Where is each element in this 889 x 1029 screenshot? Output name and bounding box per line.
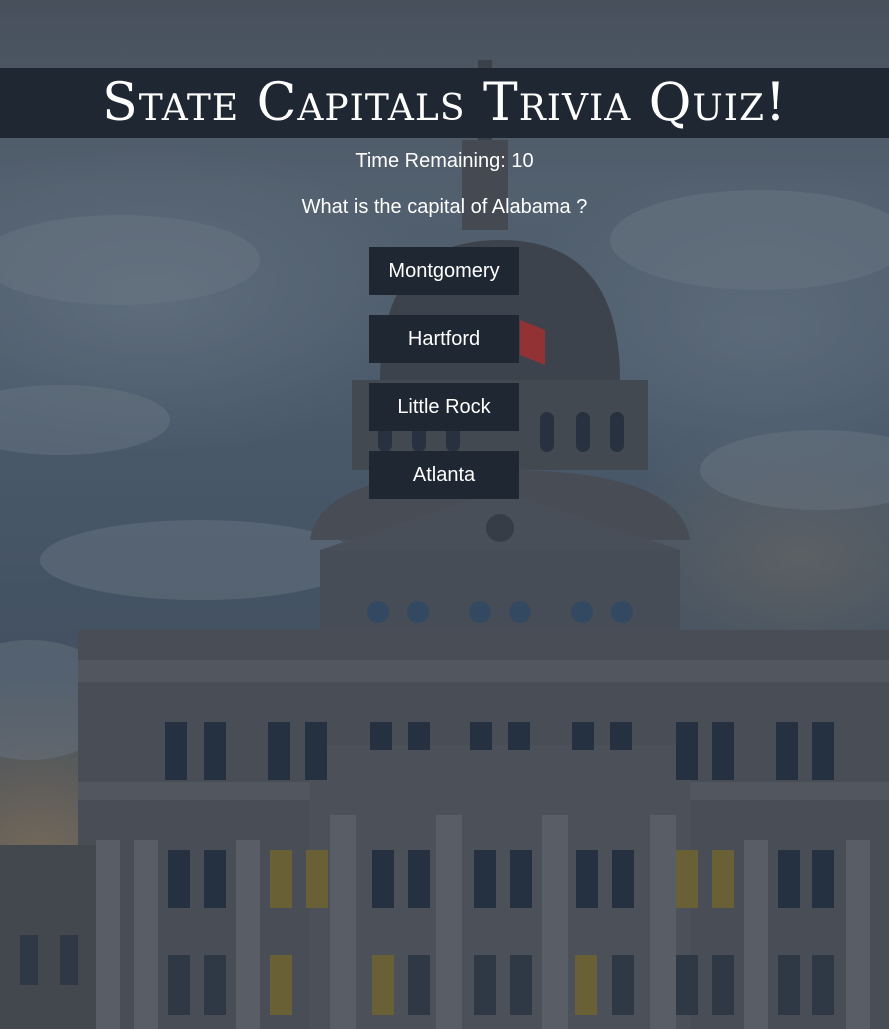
answer-list: Montgomery Hartford Little Rock Atlanta (369, 247, 519, 519)
answer-button-montgomery[interactable]: Montgomery (369, 247, 519, 295)
answer-button-hartford[interactable]: Hartford (369, 315, 519, 363)
timer-text: Time Remaining: 10 (355, 150, 534, 172)
question-text: What is the capital of Alabama ? (301, 196, 588, 218)
page-title: State Capitals Trivia Quiz! (102, 73, 787, 133)
answer-button-atlanta[interactable]: Atlanta (369, 451, 519, 499)
answer-button-little-rock[interactable]: Little Rock (369, 383, 519, 431)
title-bar: State Capitals Trivia Quiz! (0, 68, 889, 138)
